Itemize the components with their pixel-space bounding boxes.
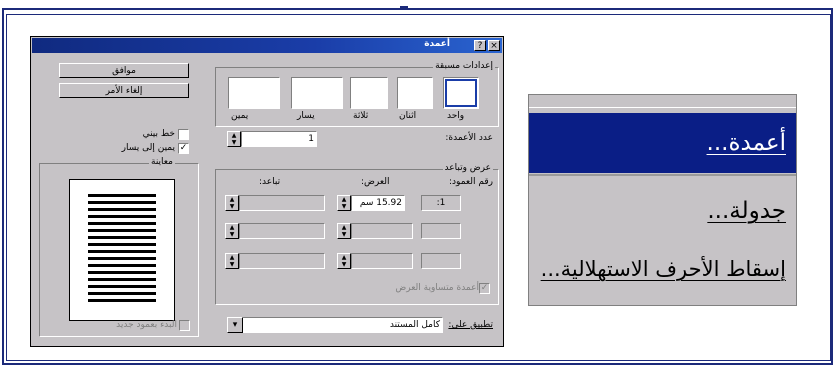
preset-three[interactable] [350,77,388,109]
col-2-number [421,223,461,239]
line-between-label: خط بيني [142,129,175,139]
spacing-1-spinner[interactable]: ▲ ▼ [225,195,239,211]
width-2-input[interactable] [351,223,413,239]
preset-right-label: يمين [231,111,249,121]
dialog-titlebar: أعمدة ? × [32,38,502,53]
menu-item-columns[interactable]: أعمدة... [529,113,796,173]
equal-width-label: أعمدة متساوية العرض [395,283,479,293]
preset-left[interactable] [291,77,343,109]
preview-page [69,179,175,321]
num-columns-input[interactable]: 1 [241,131,317,147]
width-3-input[interactable] [351,253,413,269]
apply-to-select[interactable]: كامل المستند [231,317,443,333]
ok-button[interactable]: موافق [59,63,189,78]
col-1-number: 1: [421,195,461,211]
menu-top-bar [529,95,796,108]
format-menu: أعمدة... جدولة... إسقاط الأحرف الاستهلال… [528,94,797,306]
spacing-header: تباعد: [259,177,281,187]
preview-label: معاينة [149,157,175,167]
right-to-left-label: يمين إلى يسار [121,143,175,153]
equal-width-checkbox[interactable]: ✓ [479,283,490,294]
preset-left-label: يسار [297,111,315,121]
dialog-title: أعمدة [424,39,450,49]
apply-to-label: تطبيق على: [448,320,493,330]
new-column-checkbox[interactable] [179,320,190,331]
width-1-spinner[interactable]: ▲ ▼ [337,195,351,211]
chevron-down-icon[interactable]: ▾ [227,317,243,333]
spacing-3-input[interactable] [239,253,325,269]
num-columns-label: عدد الأعمدة: [445,133,493,143]
width-spacing-label: عرض وتباعد [442,163,493,173]
new-column-label: البدء بعمود جديد [116,320,177,330]
spacing-3-spinner[interactable]: ▲ ▼ [225,253,239,269]
top-mark [400,0,408,8]
cancel-button[interactable]: إلغاء الأمر [59,83,189,98]
spacing-1-input[interactable] [239,195,325,211]
preset-two[interactable] [397,77,433,109]
num-columns-spinner[interactable]: ▲ ▼ [227,131,241,147]
columns-dialog: أعمدة ? × موافق إلغاء الأمر إعدادات مسبق… [30,36,504,347]
col-3-number [421,253,461,269]
line-between-checkbox[interactable] [178,129,189,140]
menu-item-drop-cap[interactable]: إسقاط الأحرف الاستهلالية... [529,239,796,299]
width-3-spinner[interactable]: ▲ ▼ [337,253,351,269]
preset-one[interactable] [443,77,479,109]
help-icon[interactable]: ? [474,40,486,51]
width-header: العرض: [361,177,390,187]
width-1-input[interactable]: 15.92 سم [351,195,405,211]
spacing-2-input[interactable] [239,223,325,239]
preset-right[interactable] [228,77,280,109]
right-to-left-checkbox[interactable]: ✓ [178,143,189,154]
width-2-spinner[interactable]: ▲ ▼ [337,223,351,239]
menu-separator [529,174,796,176]
menu-item-tabs[interactable]: جدولة... [529,181,796,241]
preset-three-label: ثلاثة [353,111,369,121]
preset-one-label: واحد [447,111,465,121]
close-icon[interactable]: × [488,40,500,51]
col-number-header: رقم العمود: [449,177,493,187]
presets-label: إعدادات مسبقة [433,61,495,71]
spacing-2-spinner[interactable]: ▲ ▼ [225,223,239,239]
preset-two-label: اثنان [399,111,417,121]
